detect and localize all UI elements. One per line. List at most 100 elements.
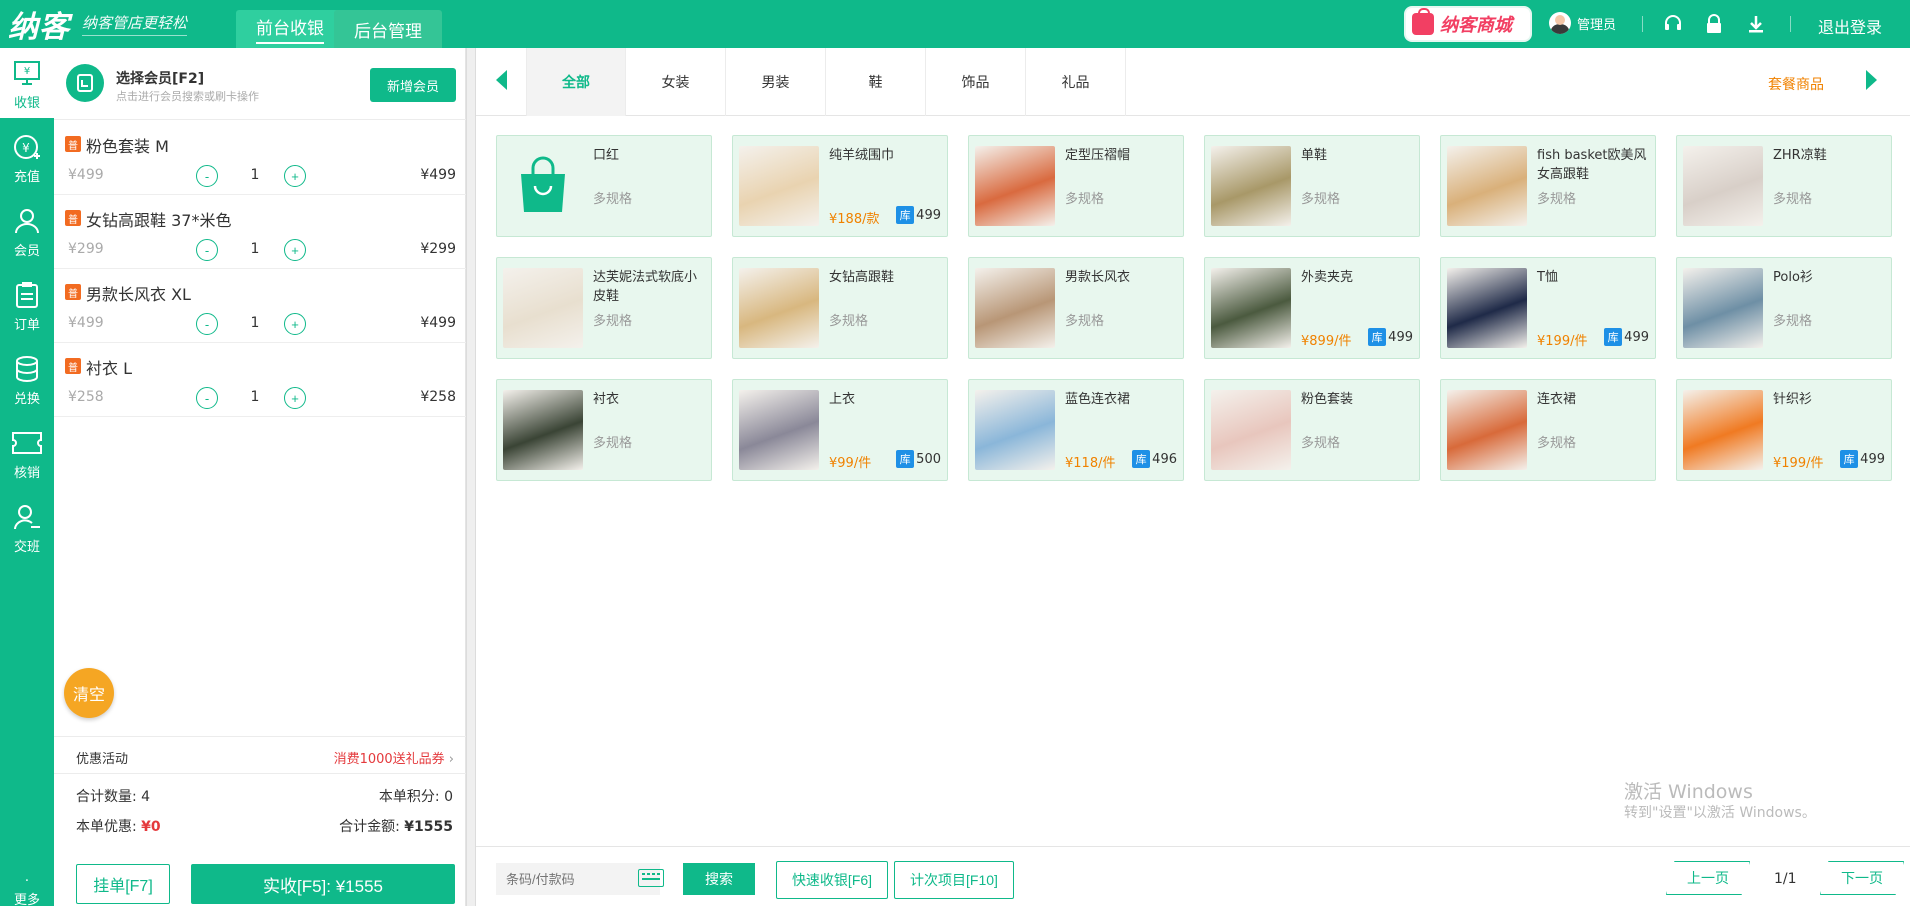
next-page-button[interactable]: 下一页 (1820, 861, 1904, 895)
cart-item-qty[interactable]: 1 (240, 167, 270, 183)
cart-item-qty[interactable]: 1 (240, 315, 270, 331)
chevron-right-icon: › (448, 752, 454, 767)
promotion-row[interactable]: 优惠活动 消费1000送礼品券 › (54, 736, 466, 774)
promotion-label: 优惠活动 (76, 752, 129, 767)
cart-item-price: ¥499 (68, 315, 104, 331)
category-tab-gifts[interactable]: 礼品 (1026, 48, 1126, 116)
sidebar-item-cashier[interactable]: ¥ 收银 (0, 48, 54, 118)
product-card[interactable]: 达芙妮法式软底小皮鞋 多规格 (496, 257, 712, 359)
decrease-button[interactable]: - (196, 387, 218, 409)
product-card[interactable]: Polo衫 多规格 (1676, 257, 1892, 359)
add-member-button[interactable]: 新增会员 (370, 68, 456, 102)
tab-front-cashier[interactable]: 前台收银 (236, 10, 344, 48)
barcode-input[interactable] (496, 863, 660, 895)
headset-icon[interactable] (1662, 13, 1684, 35)
product-card[interactable]: 粉色套装 多规格 (1204, 379, 1420, 481)
category-tab-womens[interactable]: 女装 (626, 48, 726, 116)
category-tab-all[interactable]: 全部 (526, 48, 626, 116)
increase-button[interactable]: + (284, 387, 306, 409)
top-bar: 纳客 纳客管店更轻松 前台收银 后台管理 纳客商城 管理员 退出登录 (0, 0, 1910, 48)
prev-page-button[interactable]: 上一页 (1666, 861, 1750, 895)
category-tab-mens[interactable]: 男装 (726, 48, 826, 116)
product-image (975, 390, 1055, 470)
category-bar: 全部 女装 男装 鞋 饰品 礼品 套餐商品 (476, 48, 1910, 116)
increase-button[interactable]: + (284, 313, 306, 335)
hang-order-button[interactable]: 挂单[F7] (76, 864, 170, 904)
stock-badge: 库 (1132, 450, 1151, 468)
logout-button[interactable]: 退出登录 (1818, 14, 1882, 38)
product-card[interactable]: ZHR凉鞋 多规格 (1676, 135, 1892, 237)
package-products-link[interactable]: 套餐商品 (1768, 74, 1824, 94)
product-name: 单鞋 (1301, 148, 1328, 163)
product-card[interactable]: 纯羊绒围巾 ¥188/款 库 499 (732, 135, 948, 237)
tab-back-office[interactable]: 后台管理 (334, 10, 442, 48)
sidebar-item-verify[interactable]: 核销 (0, 418, 54, 488)
product-image (739, 268, 819, 348)
search-button[interactable]: 搜索 (683, 863, 755, 895)
product-card[interactable]: 连衣裙 多规格 (1440, 379, 1656, 481)
svg-text:¥: ¥ (22, 141, 30, 155)
sidebar-item-more[interactable]: · 更多 (0, 868, 54, 908)
cart-item-qty[interactable]: 1 (240, 241, 270, 257)
quick-cashier-button[interactable]: 快速收银[F6] (776, 861, 888, 899)
mall-button[interactable]: 纳客商城 (1406, 8, 1530, 40)
cart-item-name: 衬衣 L (86, 359, 133, 378)
cart-item-name: 女钻高跟鞋 37*米色 (86, 211, 232, 230)
product-card[interactable]: 外卖夹克 ¥899/件 库 499 (1204, 257, 1420, 359)
product-card[interactable]: fish basket欧美风女高跟鞋 多规格 (1440, 135, 1656, 237)
category-tab-accessories[interactable]: 饰品 (926, 48, 1026, 116)
sidebar-label: 兑换 (13, 392, 40, 407)
increase-button[interactable]: + (284, 239, 306, 261)
product-card[interactable]: T恤 ¥199/件 库 499 (1440, 257, 1656, 359)
panel-splitter[interactable] (466, 48, 476, 906)
count-items-button[interactable]: 计次项目[F10] (894, 861, 1014, 899)
sidebar-item-recharge[interactable]: ¥ 充值 (0, 122, 54, 192)
product-image (1447, 268, 1527, 348)
divider (1790, 16, 1791, 32)
member-select[interactable]: 选择会员[F2] 点击进行会员搜索或刷卡操作 新增会员 (54, 48, 466, 120)
clipboard-icon (8, 276, 46, 314)
product-card[interactable]: 针织衫 ¥199/件 库 499 (1676, 379, 1892, 481)
order-discount: 本单优惠: ¥0 (76, 816, 161, 836)
mall-label: 纳客商城 (1440, 15, 1512, 36)
lock-icon[interactable] (1703, 13, 1725, 35)
product-card[interactable]: 口红 多规格 (496, 135, 712, 237)
increase-button[interactable]: + (284, 165, 306, 187)
product-card[interactable]: 定型压褶帽 多规格 (968, 135, 1184, 237)
order-discount-label: 本单优惠: (76, 819, 137, 835)
product-card[interactable]: 上衣 ¥99/件 库 500 (732, 379, 948, 481)
product-card[interactable]: 女钻高跟鞋 多规格 (732, 257, 948, 359)
checkout-button[interactable]: 实收[F5]: ¥1555 (191, 864, 455, 904)
promotion-value: 消费1000送礼品券 › (334, 748, 454, 767)
decrease-button[interactable]: - (196, 165, 218, 187)
keyboard-icon[interactable] (638, 869, 664, 887)
category-tab-shoes[interactable]: 鞋 (826, 48, 926, 116)
user-icon (8, 202, 46, 240)
shopping-bag-icon (503, 146, 583, 226)
sidebar-item-exchange[interactable]: 兑换 (0, 344, 54, 414)
decrease-button[interactable]: - (196, 313, 218, 335)
product-card[interactable]: 单鞋 多规格 (1204, 135, 1420, 237)
member-select-title: 选择会员[F2] (116, 71, 205, 87)
user-menu[interactable]: 管理员 (1549, 12, 1616, 34)
product-spec: 多规格 (593, 314, 633, 329)
cart-item-qty[interactable]: 1 (240, 389, 270, 405)
decrease-button[interactable]: - (196, 239, 218, 261)
clear-cart-button[interactable]: 清空 (64, 668, 114, 718)
category-prev-icon[interactable] (496, 70, 507, 90)
sidebar-item-member[interactable]: 会员 (0, 196, 54, 266)
download-icon[interactable] (1745, 13, 1767, 35)
product-card[interactable]: 男款长风衣 多规格 (968, 257, 1184, 359)
product-card[interactable]: 衬衣 多规格 (496, 379, 712, 481)
product-card[interactable]: 蓝色连衣裙 ¥118/件 库 496 (968, 379, 1184, 481)
product-image (1211, 268, 1291, 348)
product-price: ¥199/件 (1773, 456, 1824, 471)
sidebar-item-orders[interactable]: 订单 (0, 270, 54, 340)
coins-icon (8, 350, 46, 388)
cart-item: 普 女钻高跟鞋 37*米色 ¥299 - 1 + ¥299 (54, 195, 466, 269)
sidebar-item-shift[interactable]: 交班 (0, 492, 54, 562)
stock-value: 499 (1388, 329, 1413, 345)
category-next-icon[interactable] (1866, 70, 1877, 90)
monitor-icon: ¥ (8, 54, 46, 92)
cart-item: 普 衬衣 L ¥258 - 1 + ¥258 (54, 343, 466, 417)
